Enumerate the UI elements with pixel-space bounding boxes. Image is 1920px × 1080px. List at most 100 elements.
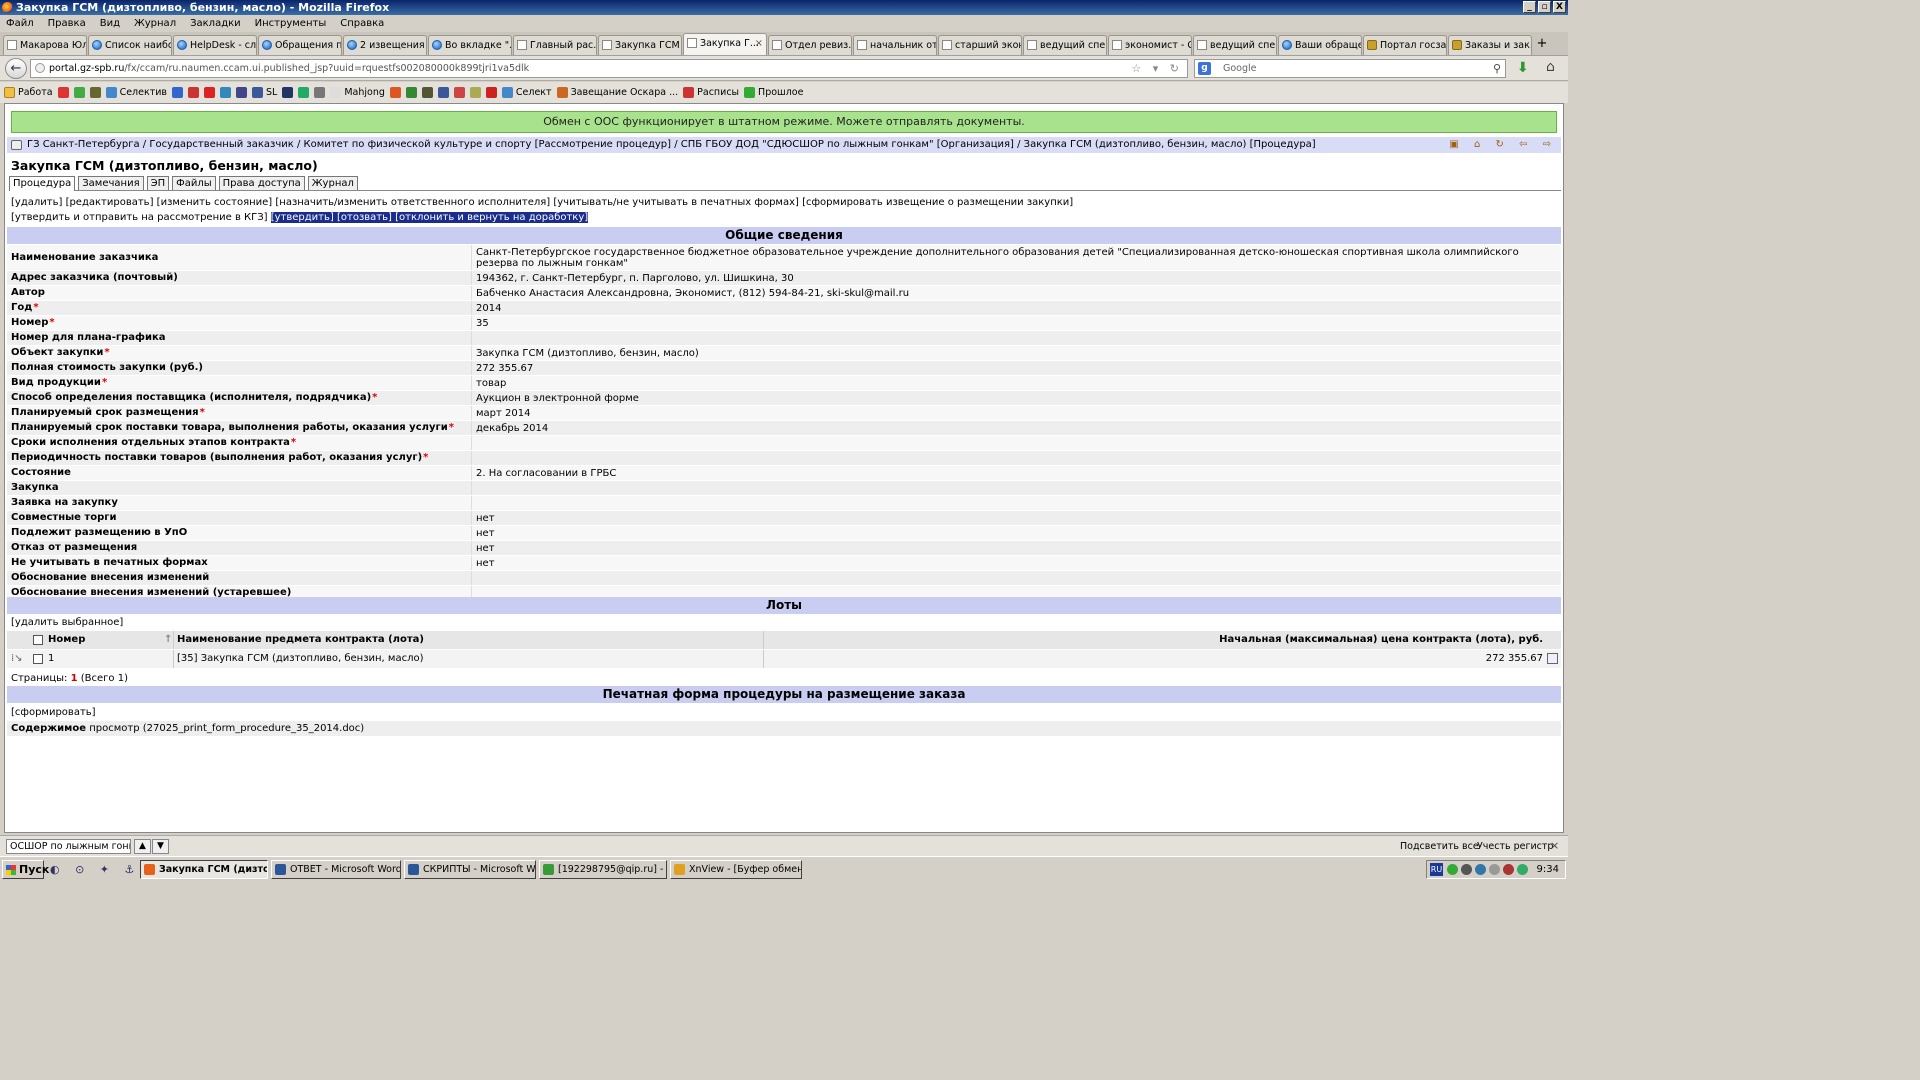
bookmark-item[interactable] xyxy=(453,87,465,98)
action-link-selected[interactable]: [утвердить] xyxy=(270,212,334,223)
tab-1[interactable]: Замечания xyxy=(78,176,144,190)
tray-icon[interactable] xyxy=(1503,864,1514,875)
site-identity-icon[interactable] xyxy=(35,63,45,73)
browser-tab[interactable]: Отдел ревиз... xyxy=(768,35,852,55)
menu-item[interactable]: Журнал xyxy=(134,18,176,29)
menu-item[interactable]: Правка xyxy=(48,18,86,29)
col-number-header[interactable]: Номер xyxy=(48,631,85,649)
find-close-icon[interactable]: × xyxy=(1550,839,1559,852)
browser-tab[interactable]: Закупка Г... × xyxy=(683,33,767,55)
tab-5[interactable]: Журнал xyxy=(307,176,358,190)
bookmark-item[interactable] xyxy=(405,87,417,98)
browser-tab[interactable]: Главный рас... xyxy=(513,35,597,55)
drag-handle-icon[interactable]: ⁞↘ xyxy=(11,650,23,668)
language-indicator[interactable]: RU xyxy=(1430,863,1443,876)
close-icon[interactable]: × xyxy=(755,34,763,53)
bookmark-item[interactable] xyxy=(389,87,401,98)
taskbar-button[interactable]: СКРИПТЫ - Microsoft Word xyxy=(404,860,536,879)
taskbar-button[interactable]: ОТВЕТ - Microsoft Word xyxy=(271,860,401,879)
bookmark-item[interactable] xyxy=(469,87,481,98)
bookmark-item[interactable] xyxy=(236,87,248,98)
browser-tab[interactable]: HelpDesk - сл... xyxy=(173,35,257,55)
browser-tab[interactable]: Закупка ГСМ ... xyxy=(598,35,682,55)
back-button[interactable]: ← xyxy=(5,58,27,79)
page-current[interactable]: 1 xyxy=(71,673,78,684)
browser-tab[interactable]: Ваши обраще... xyxy=(1278,35,1362,55)
find-next-button[interactable]: ▼ xyxy=(152,839,169,854)
lot-details-icon[interactable] xyxy=(1547,653,1558,664)
bookmark-item[interactable]: Селектив xyxy=(105,87,167,98)
home-icon[interactable]: ⌂ xyxy=(1546,59,1555,75)
menu-item[interactable]: Закладки xyxy=(190,18,241,29)
find-input[interactable]: ОСШОР по лыжным гонкам" xyxy=(6,839,131,854)
bookmark-item[interactable]: Расписы xyxy=(683,87,739,98)
browser-tab[interactable]: ведущий спе... xyxy=(1023,35,1107,55)
download-icon[interactable]: ⬇ xyxy=(1517,60,1529,76)
lot-name[interactable]: [35] Закупка ГСМ (дизтопливо, бензин, ма… xyxy=(177,650,424,668)
clock[interactable]: 9:34 xyxy=(1537,861,1559,878)
delete-selected-link[interactable]: [удалить выбранное] xyxy=(11,617,123,628)
row-checkbox[interactable] xyxy=(33,654,43,664)
action-link[interactable]: [назначить/изменить ответственного испол… xyxy=(275,197,550,208)
bookmark-item[interactable]: SL xyxy=(252,87,277,98)
bookmark-item[interactable] xyxy=(89,87,101,98)
breadcrumb-path[interactable]: ГЗ Санкт-Петербурга / Государственный за… xyxy=(27,139,1316,150)
bookmark-item[interactable] xyxy=(204,87,216,98)
col-price-header[interactable]: Начальная (максимальная) цена контракта … xyxy=(1219,631,1543,649)
bookmark-item[interactable] xyxy=(73,87,85,98)
match-case-toggle[interactable]: Учесть регистр xyxy=(1477,841,1553,852)
taskbar-button[interactable]: [192298795@qip.ru] - О... xyxy=(539,860,667,879)
menu-item[interactable]: Файл xyxy=(6,18,34,29)
search-input[interactable]: g Google ⚲ xyxy=(1194,59,1506,78)
action-link-selected[interactable]: [отозвать] xyxy=(336,212,392,223)
action-link[interactable]: [удалить] xyxy=(11,197,62,208)
tab-3[interactable]: Файлы xyxy=(172,176,216,190)
highlight-all-toggle[interactable]: Подсветить все xyxy=(1400,841,1479,852)
bookmark-item[interactable]: Селект xyxy=(501,87,552,98)
bookmark-item[interactable] xyxy=(437,87,449,98)
action-link[interactable]: [изменить состояние] xyxy=(157,197,273,208)
menu-item[interactable]: Справка xyxy=(340,18,384,29)
action-link[interactable]: [сформировать извещение о размещении зак… xyxy=(802,197,1073,208)
bookmark-item[interactable]: Mahjong xyxy=(330,87,385,98)
browser-tab[interactable]: 2 извещения ... xyxy=(343,35,427,55)
new-tab-button[interactable]: + xyxy=(1533,35,1551,55)
browser-tab[interactable]: Во вкладке "... xyxy=(428,35,512,55)
content-view-link[interactable]: просмотр (27025_print_form_procedure_35_… xyxy=(89,723,364,734)
taskbar-button[interactable]: XnView - [Буфер обмена... xyxy=(670,860,802,879)
tab-4[interactable]: Права доступа xyxy=(218,176,305,190)
browser-tab[interactable]: Список наибо... xyxy=(88,35,172,55)
bookmark-item[interactable] xyxy=(298,87,310,98)
table-row[interactable]: ⁞↘ 1 [35] Закупка ГСМ (дизтопливо, бензи… xyxy=(7,650,1561,668)
tray-icon[interactable] xyxy=(1489,864,1500,875)
start-button[interactable]: Пуск xyxy=(2,860,49,879)
bookmark-item[interactable] xyxy=(314,87,326,98)
bookmark-item[interactable] xyxy=(220,87,232,98)
url-bar[interactable]: portal.gz-spb.ru/fx/ccam/ru.naumen.ccam.… xyxy=(30,59,1188,78)
select-all-checkbox[interactable] xyxy=(33,635,43,645)
browser-tab[interactable]: Макарова Юл... xyxy=(3,35,87,55)
action-link[interactable]: [учитывать/не учитывать в печатных форма… xyxy=(553,197,799,208)
browser-tab[interactable]: Заказы и зак... xyxy=(1448,35,1532,55)
google-engine-icon[interactable]: g xyxy=(1198,62,1211,75)
tray-icon[interactable] xyxy=(1517,864,1528,875)
action-link-selected[interactable]: [отклонить и вернуть на доработку] xyxy=(395,212,589,223)
browser-tab[interactable]: экономист - С... xyxy=(1108,35,1192,55)
menu-item[interactable]: Вид xyxy=(100,18,120,29)
minimize-button[interactable]: _ xyxy=(1523,1,1536,13)
browser-tab[interactable]: Обращения п... xyxy=(258,35,342,55)
bookmark-item[interactable] xyxy=(57,87,69,98)
bookmark-item[interactable] xyxy=(485,87,497,98)
taskbar-button[interactable]: Закупка ГСМ (дизто... xyxy=(140,860,268,879)
breadcrumb-tools-icons[interactable]: ▣ ⌂ ↻ ⇦ ⇨ xyxy=(1449,137,1557,153)
tray-icon[interactable] xyxy=(1461,864,1472,875)
bookmark-item[interactable]: Прошлое xyxy=(744,87,803,98)
generate-link[interactable]: [сформировать] xyxy=(11,707,96,718)
close-button[interactable]: X xyxy=(1553,1,1566,13)
sort-arrow-icon[interactable]: ↑ xyxy=(164,631,172,649)
maximize-button[interactable]: ▫ xyxy=(1538,1,1551,13)
bookmark-item[interactable] xyxy=(421,87,433,98)
tree-icon[interactable] xyxy=(11,140,22,150)
browser-tab[interactable]: Портал госза... xyxy=(1363,35,1447,55)
tab-0[interactable]: Процедура xyxy=(9,176,76,191)
